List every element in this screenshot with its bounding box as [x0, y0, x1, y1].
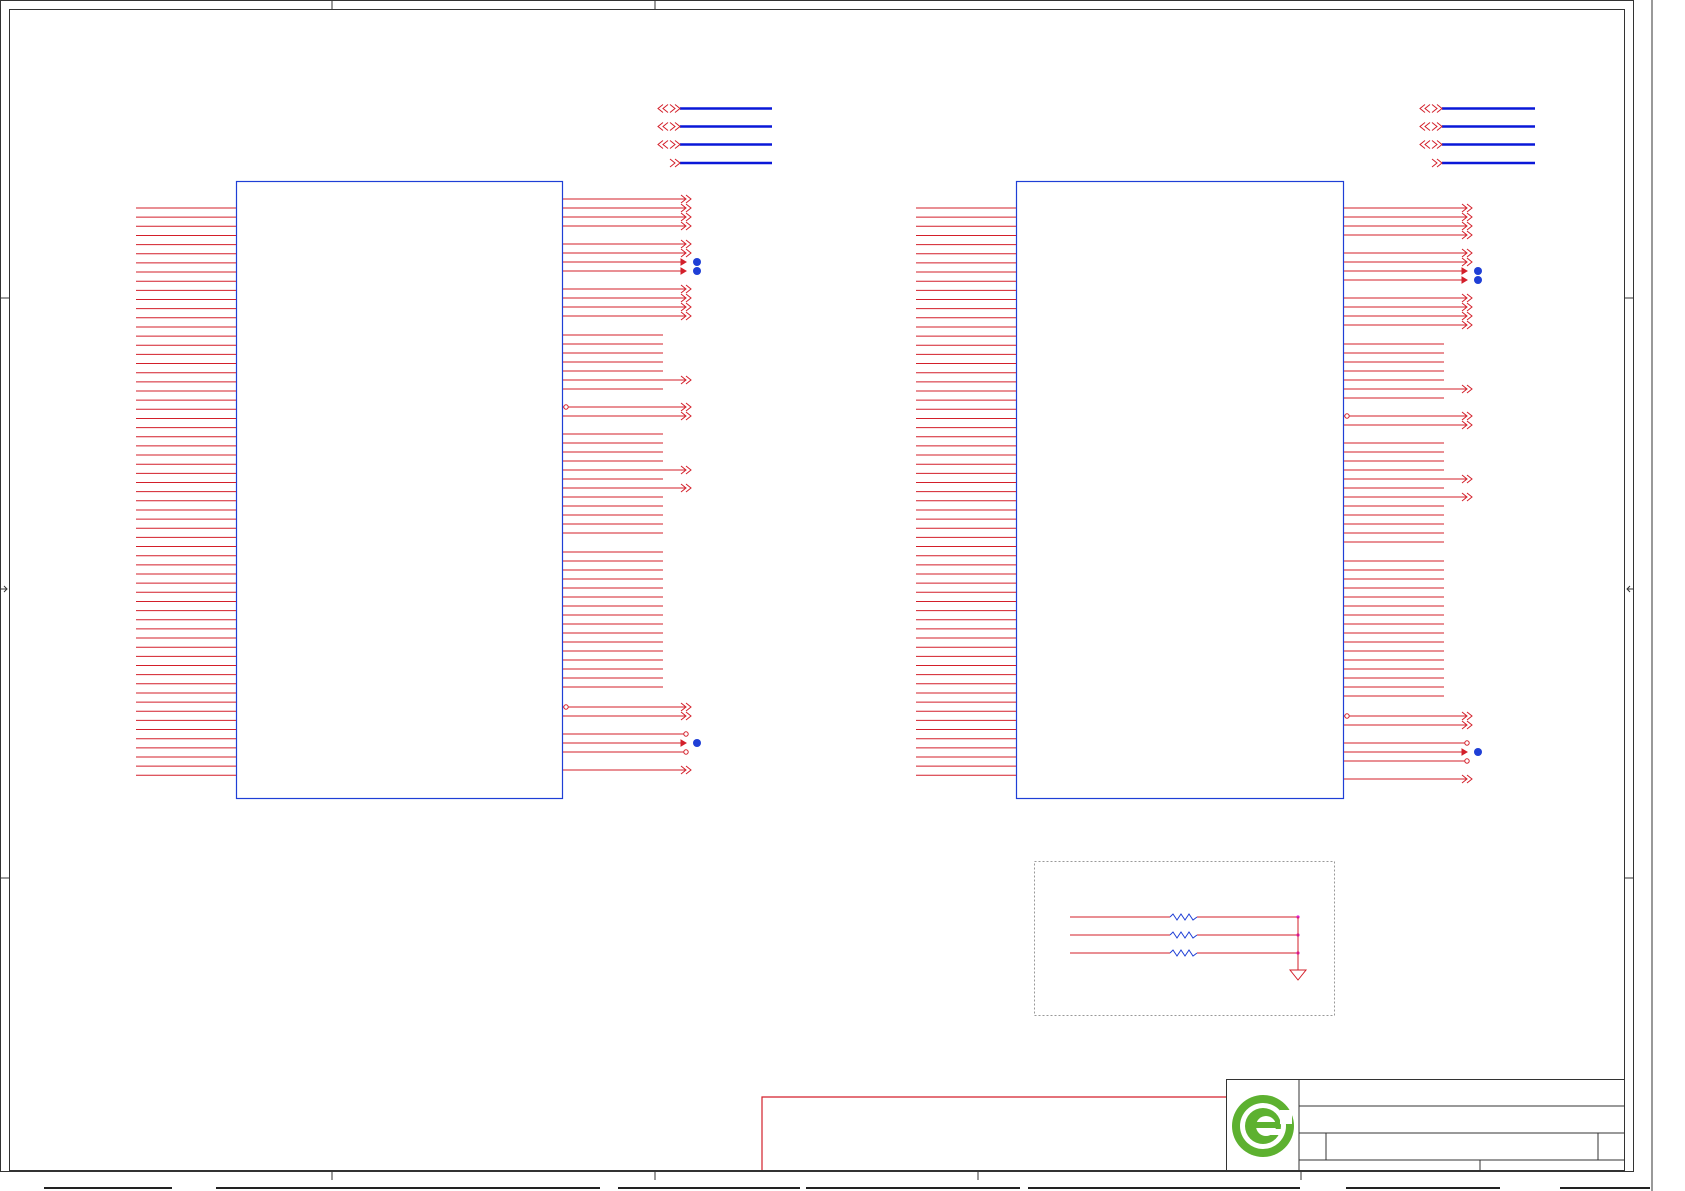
inverted-pin-marker [563, 704, 569, 710]
inverted-pin-marker [683, 749, 689, 755]
connector-ic-right [916, 180, 1482, 800]
left-ic-left-pins [136, 207, 236, 776]
net-port-flag [669, 122, 681, 131]
inverted-pin-marker [1344, 713, 1350, 719]
resistor [1169, 913, 1198, 921]
arrow-tip [1461, 748, 1468, 756]
resistor-network [1034, 861, 1335, 1016]
revision-box [761, 1096, 1226, 1170]
center-arrow-right [1626, 585, 1634, 593]
net-port-flag [657, 140, 669, 149]
no-connect-dot [1474, 748, 1482, 756]
net-port-flag [1419, 122, 1431, 131]
net-port-flag [657, 122, 669, 131]
right-ic-right-pins [1344, 207, 1466, 780]
no-connect-dot [693, 739, 701, 747]
no-connect-dot [1474, 276, 1482, 284]
net-port-flag [669, 140, 681, 149]
arrow-tip [680, 258, 687, 266]
inverted-pin-marker [563, 404, 569, 410]
net-port-flag [1431, 158, 1443, 168]
left-ic-net-flags [680, 194, 701, 775]
resistor [1169, 931, 1198, 939]
left-ic-right-pins [563, 198, 685, 771]
center-arrow-left [0, 585, 8, 593]
company-logo [1232, 1095, 1294, 1157]
net-port-flag [1419, 104, 1431, 113]
arrow-tip [680, 739, 687, 747]
right-ic-left-pins [916, 207, 1016, 776]
inverted-pin-marker [1464, 758, 1470, 764]
bus-ports-left [657, 104, 772, 168]
net-port-flag [669, 158, 681, 168]
resistor [1169, 949, 1198, 957]
net-port-flag [1431, 122, 1443, 131]
arrow-tip [680, 267, 687, 275]
net-port-flag [1419, 140, 1431, 149]
inverted-pin-marker [1344, 413, 1350, 419]
no-connect-dot [1474, 267, 1482, 275]
arrow-tip [1461, 267, 1468, 275]
right-ic-net-flags [1461, 203, 1482, 784]
arrow-tip [1461, 276, 1468, 284]
net-port-flag [657, 104, 669, 113]
no-connect-dot [693, 258, 701, 266]
connector-ic-left [136, 180, 701, 800]
no-connect-dot [693, 267, 701, 275]
bus-ports-right [1419, 104, 1535, 168]
schematic-sheet [0, 0, 1653, 1191]
inverted-pin-marker [1464, 740, 1470, 746]
inverted-pin-marker [683, 731, 689, 737]
net-port-flag [1431, 140, 1443, 149]
ground-symbol [1288, 969, 1308, 981]
sheet-frame [0, 0, 1653, 1191]
net-port-flag [669, 104, 681, 113]
net-port-flag [1431, 104, 1443, 113]
